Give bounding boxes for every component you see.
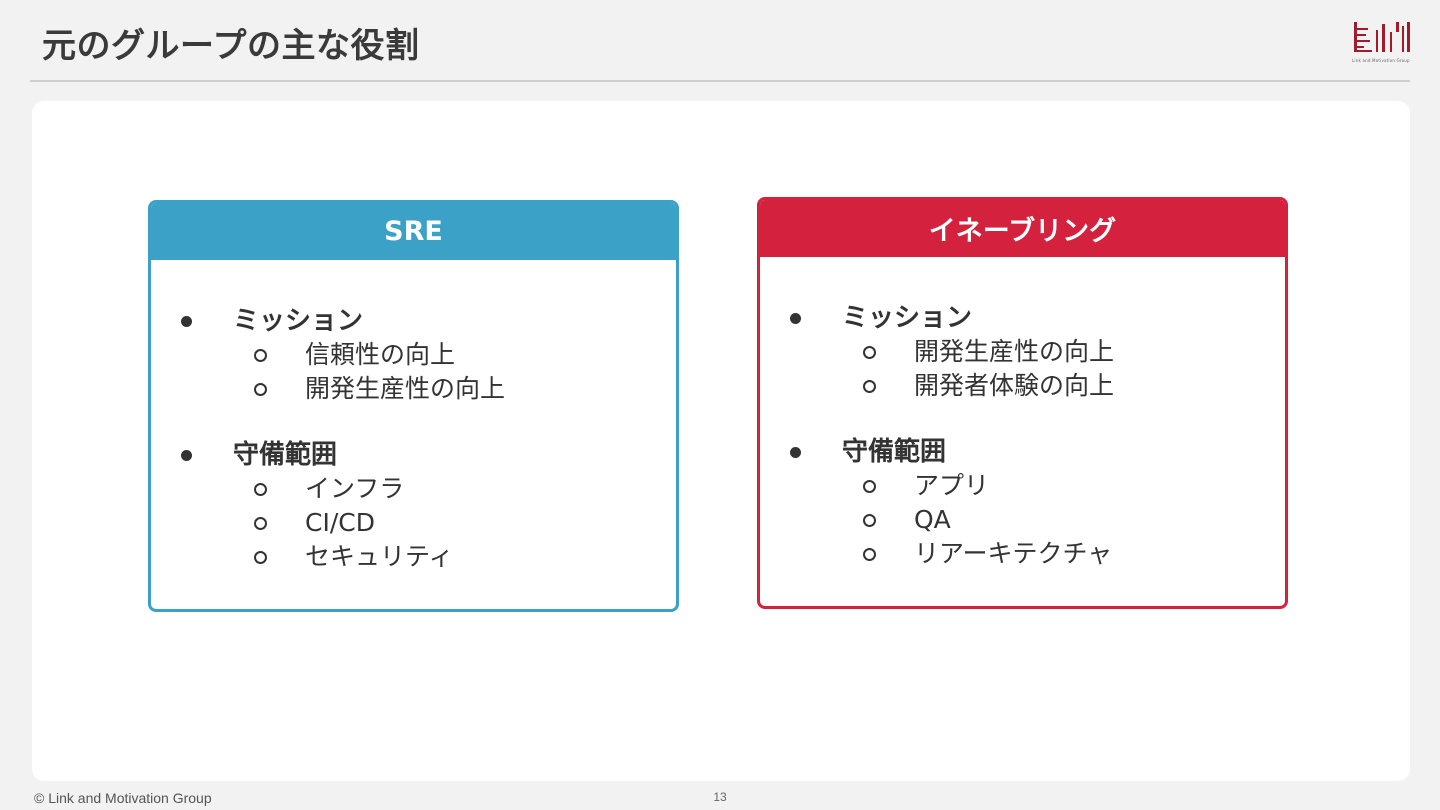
hollow-circle-icon [254, 383, 267, 396]
hollow-circle-icon [254, 349, 267, 362]
bullet-dot-icon [181, 316, 192, 327]
bullet-label: 守備範囲 [842, 437, 947, 467]
enabling-card-header: イネーブリング [760, 200, 1285, 257]
enabling-card: イネーブリング ミッション 開発生産性の向上 開発者体験の向上 守備範囲 アプリ… [757, 197, 1288, 609]
bullet-dot-icon [790, 447, 801, 458]
hollow-circle-icon [254, 551, 267, 564]
logo-text: Link and Motivation Group [1352, 58, 1410, 63]
sre-card: SRE ミッション 信頼性の向上 開発生産性の向上 守備範囲 インフラ CI/C… [148, 200, 679, 612]
hollow-circle-icon [863, 380, 876, 393]
hollow-circle-icon [254, 483, 267, 496]
sub-item-label: セキュリティ [305, 542, 454, 571]
sub-item-label: 開発生産性の向上 [305, 374, 506, 403]
sre-card-header: SRE [151, 203, 676, 260]
bullet-label: ミッション [233, 306, 364, 336]
hollow-circle-icon [863, 480, 876, 493]
hollow-circle-icon [254, 517, 267, 530]
page-number: 13 [713, 790, 727, 804]
bullet-label: ミッション [842, 303, 973, 333]
title-rule [30, 80, 1410, 82]
bullet-dot-icon [790, 313, 801, 324]
sub-item-label: CI/CD [305, 508, 375, 537]
sub-item-label: QA [914, 505, 951, 534]
sub-item-label: 信頼性の向上 [305, 340, 456, 369]
footer-copyright: © Link and Motivation Group [34, 790, 212, 806]
sub-item-label: インフラ [305, 474, 405, 503]
bullet-label: 守備範囲 [233, 440, 338, 470]
sub-item-label: 開発生産性の向上 [914, 337, 1115, 366]
sub-item-label: リアーキテクチャ [914, 539, 1113, 568]
hollow-circle-icon [863, 514, 876, 527]
sub-item-label: 開発者体験の向上 [914, 371, 1115, 400]
slide-title: 元のグループの主な役割 [42, 26, 420, 66]
hollow-circle-icon [863, 548, 876, 561]
sub-item-label: アプリ [914, 471, 990, 500]
hollow-circle-icon [863, 346, 876, 359]
bullet-dot-icon [181, 450, 192, 461]
